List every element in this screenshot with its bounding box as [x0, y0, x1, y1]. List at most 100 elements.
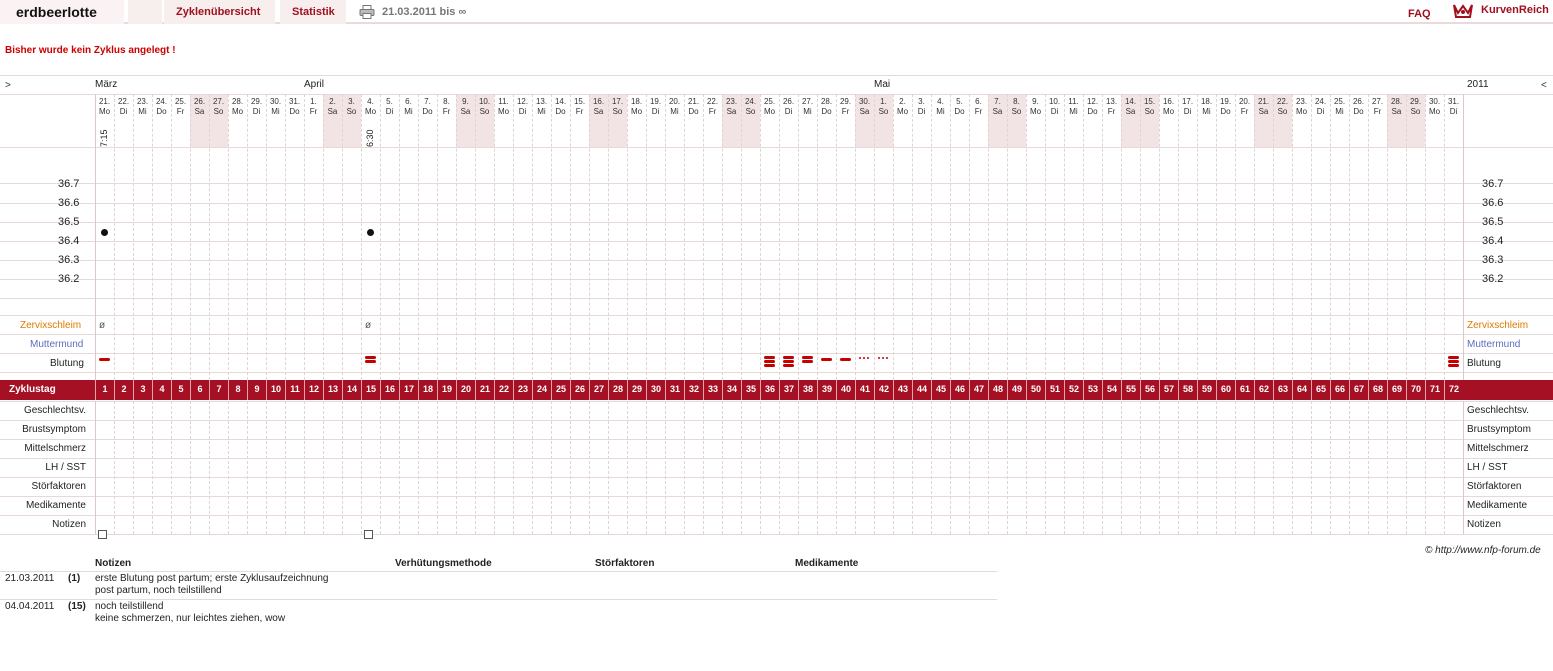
day-header[interactable]: 2. Mo — [893, 97, 912, 117]
day-header[interactable]: 20. Fr — [1235, 97, 1254, 117]
cycle-day-number[interactable]: 34 — [722, 380, 741, 400]
day-header[interactable]: 9. Mo — [1026, 97, 1045, 117]
cycle-day-number[interactable]: 6 — [190, 380, 209, 400]
cycle-day-number[interactable]: 28 — [608, 380, 627, 400]
day-header[interactable]: 28. Mo — [228, 97, 247, 117]
cycle-day-number[interactable]: 56 — [1140, 380, 1159, 400]
day-header[interactable]: 30. Mo — [1425, 97, 1444, 117]
cycle-day-number[interactable]: 57 — [1159, 380, 1178, 400]
day-header[interactable]: 5. Do — [950, 97, 969, 117]
day-header[interactable]: 21. Mo — [95, 97, 114, 117]
cycle-day-number[interactable]: 13 — [323, 380, 342, 400]
cycle-day-number[interactable]: 43 — [893, 380, 912, 400]
day-header[interactable]: 1. So — [874, 97, 893, 117]
day-header[interactable]: 23. Sa — [722, 97, 741, 117]
day-header[interactable]: 28. Sa — [1387, 97, 1406, 117]
day-header[interactable]: 7. Sa — [988, 97, 1007, 117]
cycle-day-number[interactable]: 30 — [646, 380, 665, 400]
day-header[interactable]: 12. Di — [513, 97, 532, 117]
cycle-day-number[interactable]: 35 — [741, 380, 760, 400]
cycle-day-number[interactable]: 59 — [1197, 380, 1216, 400]
day-header[interactable]: 18. Mi — [1197, 97, 1216, 117]
cycle-day-number[interactable]: 14 — [342, 380, 361, 400]
day-header[interactable]: 10. Di — [1045, 97, 1064, 117]
faq-link[interactable]: FAQ — [1408, 8, 1431, 20]
cycle-day-number[interactable]: 25 — [551, 380, 570, 400]
cycle-day-number[interactable]: 10 — [266, 380, 285, 400]
cycle-day-number[interactable]: 61 — [1235, 380, 1254, 400]
day-header[interactable]: 5. Di — [380, 97, 399, 117]
day-header[interactable]: 8. Fr — [437, 97, 456, 117]
cycle-day-number[interactable]: 64 — [1292, 380, 1311, 400]
cycle-day-number[interactable]: 42 — [874, 380, 893, 400]
cycle-day-number[interactable]: 51 — [1045, 380, 1064, 400]
cycle-day-number[interactable]: 12 — [304, 380, 323, 400]
day-header[interactable]: 24. So — [741, 97, 760, 117]
cycle-day-number[interactable]: 31 — [665, 380, 684, 400]
cycle-day-number[interactable]: 40 — [836, 380, 855, 400]
day-header[interactable]: 2. Sa — [323, 97, 342, 117]
cycle-day-number[interactable]: 49 — [1007, 380, 1026, 400]
cycle-day-number[interactable]: 17 — [399, 380, 418, 400]
cycle-day-number[interactable]: 3 — [133, 380, 152, 400]
day-header[interactable]: 14. Sa — [1121, 97, 1140, 117]
cycle-day-number[interactable]: 20 — [456, 380, 475, 400]
cycle-day-number[interactable]: 44 — [912, 380, 931, 400]
day-header[interactable]: 29. So — [1406, 97, 1425, 117]
cycle-day-number[interactable]: 23 — [513, 380, 532, 400]
nav-next-button[interactable]: < — [1541, 80, 1547, 91]
day-header[interactable]: 26. Sa — [190, 97, 209, 117]
day-header[interactable]: 13. Fr — [1102, 97, 1121, 117]
cycle-day-number[interactable]: 54 — [1102, 380, 1121, 400]
day-header[interactable]: 24. Do — [152, 97, 171, 117]
cycle-day-number[interactable]: 48 — [988, 380, 1007, 400]
cycle-day-number[interactable]: 2 — [114, 380, 133, 400]
cycle-day-number[interactable]: 60 — [1216, 380, 1235, 400]
day-header[interactable]: 24. Di — [1311, 97, 1330, 117]
day-header[interactable]: 22. Di — [114, 97, 133, 117]
day-header[interactable]: 28. Do — [817, 97, 836, 117]
cycle-day-number[interactable]: 53 — [1083, 380, 1102, 400]
day-header[interactable]: 8. So — [1007, 97, 1026, 117]
day-header[interactable]: 14. Do — [551, 97, 570, 117]
cycle-day-number[interactable]: 19 — [437, 380, 456, 400]
day-header[interactable]: 4. Mi — [931, 97, 950, 117]
cycle-day-number[interactable]: 37 — [779, 380, 798, 400]
day-header[interactable]: 3. So — [342, 97, 361, 117]
day-header[interactable]: 31. Do — [285, 97, 304, 117]
cycle-day-number[interactable]: 39 — [817, 380, 836, 400]
cycle-day-number[interactable]: 7 — [209, 380, 228, 400]
cycle-day-number[interactable]: 65 — [1311, 380, 1330, 400]
day-header[interactable]: 19. Di — [646, 97, 665, 117]
cycle-day-number[interactable]: 18 — [418, 380, 437, 400]
day-header[interactable]: 6. Fr — [969, 97, 988, 117]
day-header[interactable]: 27. Fr — [1368, 97, 1387, 117]
day-header[interactable]: 6. Mi — [399, 97, 418, 117]
cycle-day-number[interactable]: 8 — [228, 380, 247, 400]
cycle-day-number[interactable]: 4 — [152, 380, 171, 400]
tab-statistics[interactable]: Statistik — [280, 0, 346, 24]
day-header[interactable]: 29. Fr — [836, 97, 855, 117]
cycle-day-number[interactable]: 47 — [969, 380, 988, 400]
day-header[interactable]: 21. Sa — [1254, 97, 1273, 117]
day-header[interactable]: 17. So — [608, 97, 627, 117]
cycle-day-number[interactable]: 58 — [1178, 380, 1197, 400]
cycle-day-number[interactable]: 55 — [1121, 380, 1140, 400]
day-header[interactable]: 20. Mi — [665, 97, 684, 117]
cycle-day-number[interactable]: 46 — [950, 380, 969, 400]
day-header[interactable]: 15. So — [1140, 97, 1159, 117]
cycle-day-number[interactable]: 29 — [627, 380, 646, 400]
day-header[interactable]: 16. Mo — [1159, 97, 1178, 117]
day-header[interactable]: 22. So — [1273, 97, 1292, 117]
cycle-day-number[interactable]: 63 — [1273, 380, 1292, 400]
day-header[interactable]: 9. Sa — [456, 97, 475, 117]
cycle-day-number[interactable]: 11 — [285, 380, 304, 400]
day-header[interactable]: 13. Mi — [532, 97, 551, 117]
cycle-day-number[interactable]: 21 — [475, 380, 494, 400]
day-header[interactable]: 25. Mo — [760, 97, 779, 117]
day-header[interactable]: 7. Do — [418, 97, 437, 117]
cycle-day-number[interactable]: 62 — [1254, 380, 1273, 400]
cycle-day-number[interactable]: 71 — [1425, 380, 1444, 400]
cycle-day-number[interactable]: 69 — [1387, 380, 1406, 400]
cycle-day-number[interactable]: 36 — [760, 380, 779, 400]
